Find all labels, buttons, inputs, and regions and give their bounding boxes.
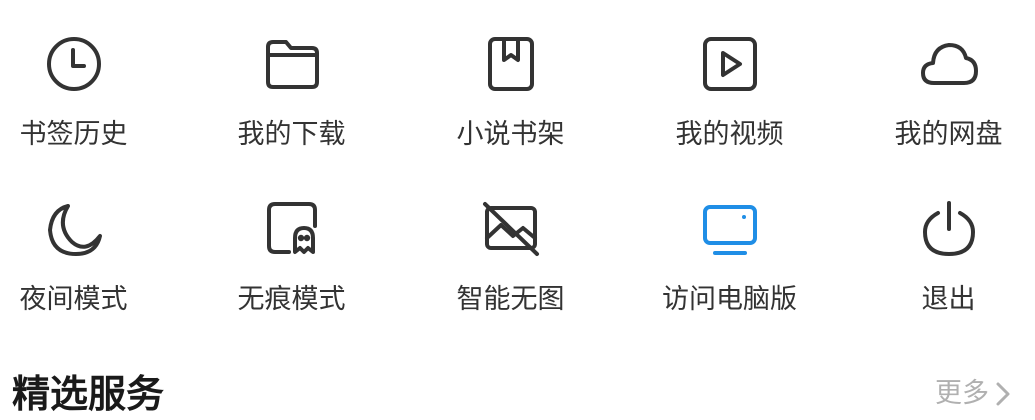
menu-item-label: 我的网盘: [894, 119, 1003, 150]
menu-item-smart-no-image[interactable]: 智能无图: [407, 165, 614, 315]
menu-item-label: 小说书架: [456, 119, 565, 150]
chevron-right-icon: [993, 379, 1013, 409]
more-label: 更多: [935, 378, 989, 409]
menu-item-night-mode[interactable]: 夜间模式: [0, 165, 177, 315]
menu-item-cloud-drive[interactable]: 我的网盘: [845, 0, 1035, 150]
folder-icon: [262, 33, 322, 93]
menu-item-my-videos[interactable]: 我的视频: [626, 0, 833, 150]
clock-icon: [44, 33, 104, 93]
menu-item-label: 智能无图: [456, 284, 565, 315]
menu-item-label: 书签历史: [19, 119, 128, 150]
featured-services-header: 精选服务 更多: [0, 360, 1035, 418]
menu-item-label: 无痕模式: [237, 284, 346, 315]
menu-item-incognito-mode[interactable]: 无痕模式: [188, 165, 395, 315]
menu-item-downloads[interactable]: 我的下载: [188, 0, 395, 150]
menu-item-desktop-version[interactable]: 访问电脑版: [626, 165, 833, 315]
book-icon: [481, 33, 541, 93]
moon-icon: [44, 198, 104, 258]
menu-item-label: 访问电脑版: [662, 284, 797, 315]
cloud-icon: [919, 33, 979, 93]
video-play-icon: [700, 33, 760, 93]
menu-grid: 书签历史 我的下载 小说书架 我的视频 我的网盘 夜间模式 无痕模式 智能无图 …: [0, 0, 1035, 340]
section-title: 精选服务: [12, 372, 165, 416]
power-icon: [919, 198, 979, 258]
menu-item-label: 我的视频: [675, 119, 784, 150]
ghost-icon: [262, 198, 322, 258]
menu-item-label: 夜间模式: [19, 284, 128, 315]
menu-item-label: 我的下载: [237, 119, 346, 150]
no-image-icon: [481, 198, 541, 258]
desktop-monitor-icon: [700, 198, 760, 258]
menu-item-label: 退出: [921, 284, 976, 315]
menu-item-bookmarks-history[interactable]: 书签历史: [0, 0, 177, 150]
more-link[interactable]: 更多: [935, 374, 1013, 414]
menu-item-exit[interactable]: 退出: [845, 165, 1035, 315]
menu-item-novel-shelf[interactable]: 小说书架: [407, 0, 614, 150]
